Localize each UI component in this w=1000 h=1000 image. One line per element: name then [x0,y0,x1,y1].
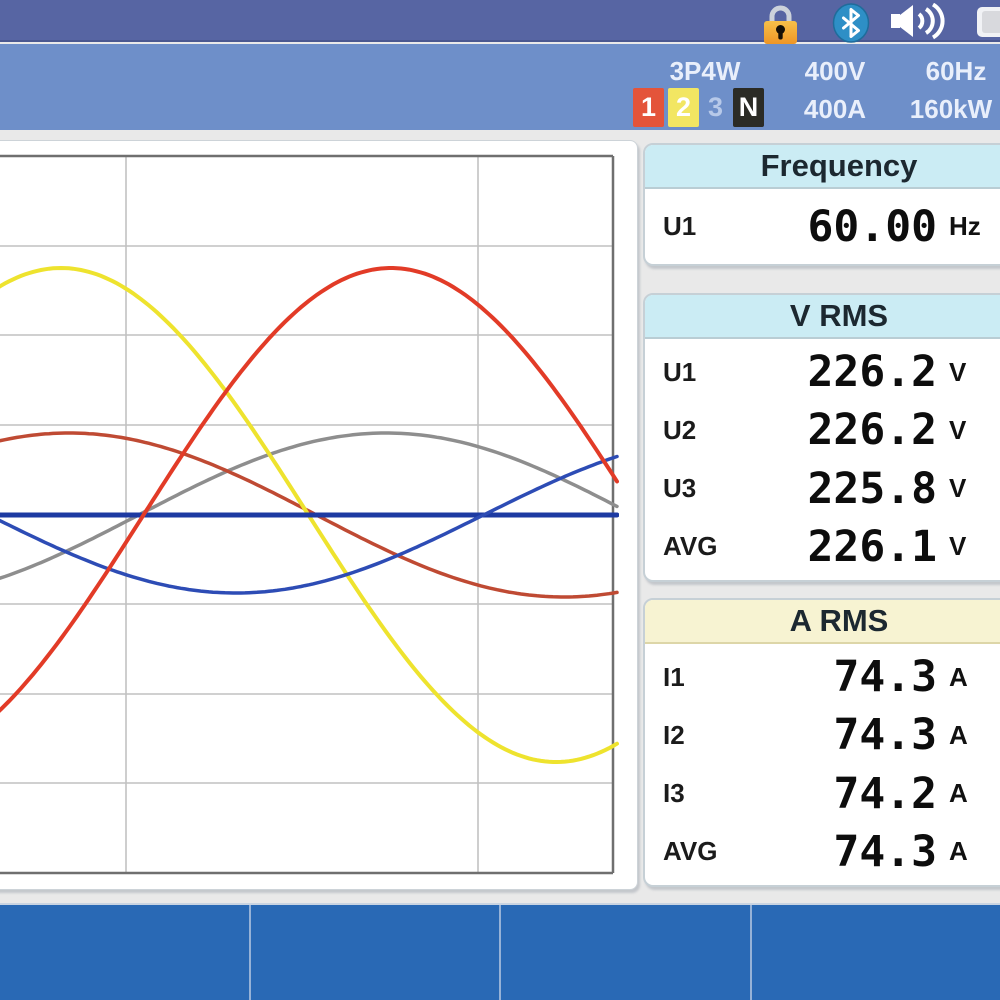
current-value: 74.2 [729,769,937,819]
channel-label: AVG [645,836,729,867]
channel-label: AVG [645,531,729,562]
frequency-value: 60.00 [729,202,937,252]
status-range-bar: 3P4W 400V 60Hz 1 2 3 N 400A 160kW [0,44,1000,130]
frequency-row-u1: U1 60.00 Hz [645,198,1000,256]
arms-panel-title: A RMS [645,600,1000,644]
current-value: 74.3 [729,827,937,877]
voltage-unit: V [937,531,1000,562]
top-icon-bar [0,0,1000,42]
waveform-chart [0,141,639,891]
bluetooth-icon [831,2,871,49]
voltage-unit: V [937,473,1000,504]
channel-indicator-2: 2 [668,88,699,127]
vrms-row-u2: U2 226.2 V [645,401,1000,459]
frequency-setting: 60Hz [896,54,1000,88]
voltage-value: 225.8 [729,464,937,514]
voltage-unit: V [937,357,1000,388]
wiring-mode: 3P4W [640,54,770,88]
softkey-1[interactable] [0,905,249,1000]
current-value: 74.3 [729,652,937,702]
arms-row-i1: I1 74.3 A [645,648,1000,706]
voltage-unit: V [937,415,1000,446]
channel-label: U2 [645,415,729,446]
channel-indicator-1: 1 [633,88,664,127]
softkey-bar [0,903,1000,1000]
vrms-row-u3: U3 225.8 V [645,460,1000,518]
battery-icon [977,7,1000,42]
current-unit: A [937,720,1000,751]
voltage-range: 400V [775,54,895,88]
current-unit: A [937,836,1000,867]
softkey-2[interactable] [249,905,500,1000]
frequency-panel-title: Frequency [645,145,1000,189]
channel-label: I3 [645,778,729,809]
waveform-panel [0,140,638,890]
channel-label: I1 [645,662,729,693]
channel-label: U1 [645,357,729,388]
speaker-icon [891,3,959,45]
frequency-panel: Frequency U1 60.00 Hz [643,143,1000,266]
power-range: 160kW [890,92,1000,126]
softkey-3[interactable] [499,905,750,1000]
frequency-unit: Hz [937,211,1000,242]
softkey-4[interactable] [750,905,1000,1000]
arms-row-avg: AVG 74.3 A [645,823,1000,881]
vrms-panel: V RMS U1 226.2 V U2 226.2 V U3 225.8 V A… [643,293,1000,582]
vrms-row-avg: AVG 226.1 V [645,518,1000,576]
channel-label: U1 [645,211,729,242]
voltage-value: 226.2 [729,405,937,455]
channel-label: U3 [645,473,729,504]
channel-label: I2 [645,720,729,751]
channel-indicator-n: N [733,88,764,127]
arms-panel: A RMS I1 74.3 A I2 74.3 A I3 74.2 A AVG … [643,598,1000,887]
current-unit: A [937,662,1000,693]
channel-indicator-3: 3 [700,88,731,127]
vrms-panel-title: V RMS [645,295,1000,339]
arms-row-i2: I2 74.3 A [645,706,1000,764]
voltage-value: 226.2 [729,347,937,397]
vrms-row-u1: U1 226.2 V [645,343,1000,401]
arms-row-i3: I3 74.2 A [645,765,1000,823]
current-value: 74.3 [729,710,937,760]
power-analyzer-screen: { "topbar": { "icons": ["lock-icon", "bl… [0,0,1000,1000]
current-range: 400A [775,92,895,126]
current-unit: A [937,778,1000,809]
voltage-value: 226.1 [729,522,937,572]
